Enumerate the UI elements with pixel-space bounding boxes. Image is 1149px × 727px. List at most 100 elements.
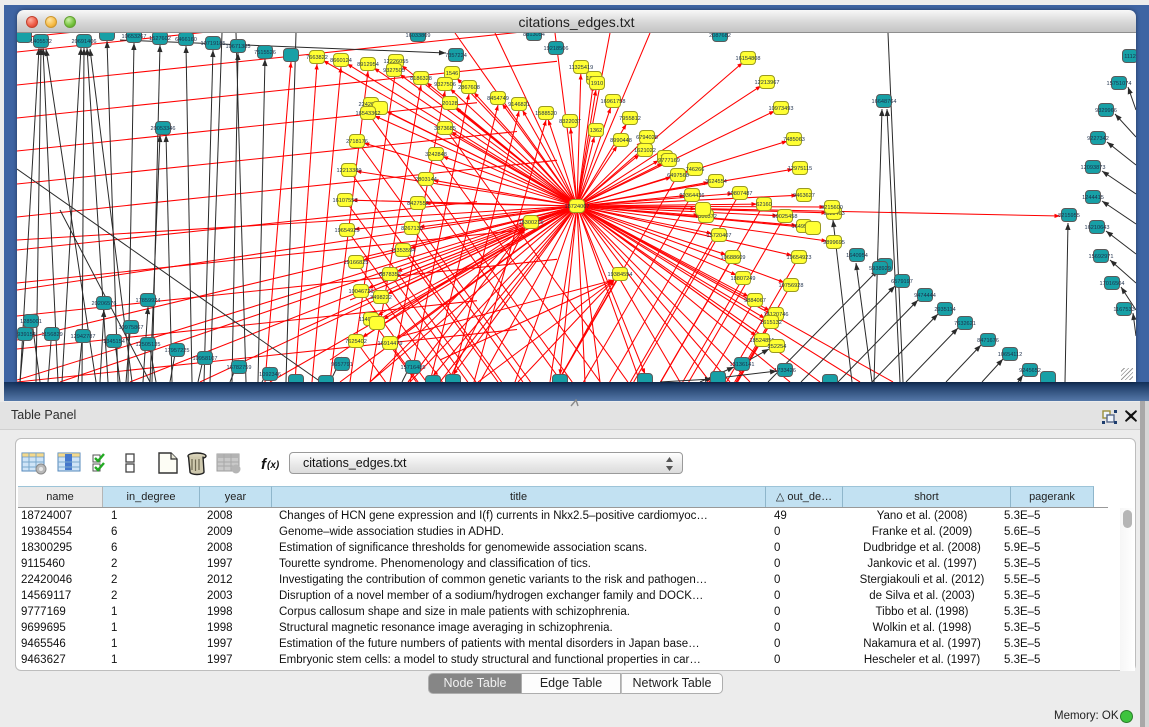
svg-text:6466160: 6466160 — [175, 37, 197, 43]
svg-text:16543362: 16543362 — [356, 111, 381, 117]
svg-text:5938929: 5938929 — [869, 266, 891, 272]
svg-text:2867608: 2867608 — [458, 85, 480, 91]
svg-text:10975867: 10975867 — [119, 325, 144, 331]
svg-text:15692971: 15692971 — [1089, 254, 1114, 260]
svg-text:7632621: 7632621 — [954, 321, 976, 327]
svg-text:10653267: 10653267 — [122, 34, 147, 40]
svg-text:20128: 20128 — [442, 101, 458, 107]
svg-text:1285001: 1285001 — [20, 319, 42, 325]
svg-text:12093873: 12093873 — [1081, 165, 1106, 171]
svg-text:62160: 62160 — [756, 202, 772, 208]
svg-text:8215955: 8215955 — [1058, 213, 1080, 219]
svg-text:252254: 252254 — [768, 344, 787, 350]
svg-text:18724007: 18724007 — [565, 204, 590, 210]
svg-text:1621022: 1621022 — [634, 148, 656, 154]
svg-text:17859924: 17859924 — [136, 298, 161, 304]
svg-text:8878352: 8878352 — [379, 272, 401, 278]
svg-text:1156829: 1156829 — [41, 332, 62, 338]
svg-text:16648764: 16648764 — [872, 99, 897, 105]
svg-text:20364436: 20364436 — [680, 193, 705, 199]
svg-text:20691406: 20691406 — [72, 39, 97, 45]
svg-text:10719185: 10719185 — [201, 41, 226, 47]
svg-text:9463627: 9463627 — [793, 193, 815, 199]
svg-text:10025458: 10025458 — [773, 214, 798, 220]
svg-text:16107553: 16107553 — [333, 198, 358, 204]
svg-text:19384554: 19384554 — [608, 272, 633, 278]
svg-text:7625402: 7625402 — [345, 339, 367, 345]
svg-text:10688609: 10688609 — [721, 255, 746, 261]
svg-text:8454749: 8454749 — [487, 96, 509, 102]
svg-text:9146821: 9146821 — [508, 102, 530, 108]
svg-text:(x): (x) — [267, 460, 280, 471]
svg-text:8427552: 8427552 — [407, 201, 429, 207]
svg-text:6579197: 6579197 — [891, 279, 913, 285]
svg-text:9327506: 9327506 — [434, 82, 456, 88]
svg-text:1112: 1112 — [1124, 54, 1136, 60]
svg-text:2803144: 2803144 — [415, 177, 437, 183]
svg-text:7515526: 7515526 — [254, 50, 276, 56]
svg-text:9657791: 9657791 — [331, 362, 353, 368]
svg-text:8912954: 8912954 — [357, 62, 379, 68]
svg-text:12505135: 12505135 — [136, 342, 161, 348]
svg-text:15720407: 15720407 — [707, 233, 732, 239]
svg-text:11353594: 11353594 — [391, 248, 415, 254]
svg-text:1640954: 1640954 — [846, 253, 868, 259]
svg-text:3624554: 3624554 — [705, 179, 727, 185]
svg-text:8267130: 8267130 — [401, 226, 423, 232]
svg-text:11325419: 11325419 — [569, 65, 593, 71]
svg-text:1345154: 1345154 — [103, 339, 125, 345]
svg-text:9227342: 9227342 — [1087, 136, 1109, 142]
svg-text:10671385: 10671385 — [226, 44, 251, 50]
svg-text:9215600: 9215600 — [821, 205, 843, 211]
svg-text:1527602: 1527602 — [149, 36, 171, 42]
svg-text:9777169: 9777169 — [658, 158, 680, 164]
svg-text:20206576: 20206576 — [92, 301, 117, 307]
svg-text:1362: 1362 — [590, 128, 602, 134]
svg-text:1092346: 1092346 — [259, 372, 281, 378]
svg-text:20053346: 20053346 — [151, 126, 176, 132]
svg-text:12213389: 12213389 — [337, 168, 362, 174]
svg-text:8813054: 8813054 — [523, 33, 545, 38]
svg-text:16782759: 16782759 — [227, 365, 252, 371]
svg-text:10654112: 10654112 — [998, 352, 1022, 358]
svg-text:7485063: 7485063 — [783, 137, 805, 143]
svg-text:12213967: 12213967 — [755, 80, 780, 86]
svg-text:1244415: 1244415 — [1082, 195, 1104, 201]
svg-text:15300215: 15300215 — [519, 220, 544, 226]
svg-text:6794028: 6794028 — [636, 135, 658, 141]
svg-text:8186328: 8186328 — [410, 76, 432, 82]
svg-text:3873685: 3873685 — [434, 126, 456, 132]
svg-text:16210643: 16210643 — [1085, 225, 1110, 231]
svg-text:19166825: 19166825 — [344, 260, 369, 266]
svg-text:19218506: 19218506 — [544, 46, 569, 52]
svg-text:15136141: 15136141 — [730, 362, 755, 368]
svg-text:9474444: 9474444 — [914, 293, 936, 299]
svg-text:1405572: 1405572 — [30, 39, 52, 45]
svg-text:8990448: 8990448 — [610, 138, 632, 144]
svg-text:15751074: 15751074 — [1107, 81, 1132, 87]
svg-text:16914479: 16914479 — [378, 341, 403, 347]
svg-text:12942787: 12942787 — [71, 334, 96, 340]
svg-text:8660124: 8660124 — [330, 58, 352, 64]
svg-text:9884067: 9884067 — [744, 298, 766, 304]
svg-text:3242848: 3242848 — [425, 152, 447, 158]
svg-text:19654925: 19654925 — [335, 228, 360, 234]
svg-text:1588520: 1588520 — [535, 111, 557, 117]
svg-text:10807487: 10807487 — [728, 191, 753, 197]
svg-text:6497568: 6497568 — [667, 173, 689, 179]
svg-text:9899695: 9899695 — [823, 240, 845, 246]
svg-text:3498222: 3498222 — [370, 295, 392, 301]
svg-text:10973493: 10973493 — [769, 106, 794, 112]
svg-text:17016504: 17016504 — [1100, 281, 1125, 287]
svg-text:19756928: 19756928 — [779, 283, 804, 289]
svg-text:1733426: 1733426 — [774, 368, 796, 374]
svg-text:9245652: 9245652 — [1019, 368, 1041, 374]
svg-text:18807249: 18807249 — [731, 276, 756, 282]
svg-text:2087682: 2087682 — [709, 33, 731, 39]
svg-text:9327505: 9327505 — [383, 68, 405, 74]
svg-text:1910: 1910 — [591, 81, 603, 87]
svg-text:7663822: 7663822 — [306, 55, 328, 61]
svg-text:10958107: 10958107 — [193, 356, 218, 362]
svg-text:16961758: 16961758 — [601, 99, 626, 105]
svg-text:16033809: 16033809 — [406, 33, 431, 39]
